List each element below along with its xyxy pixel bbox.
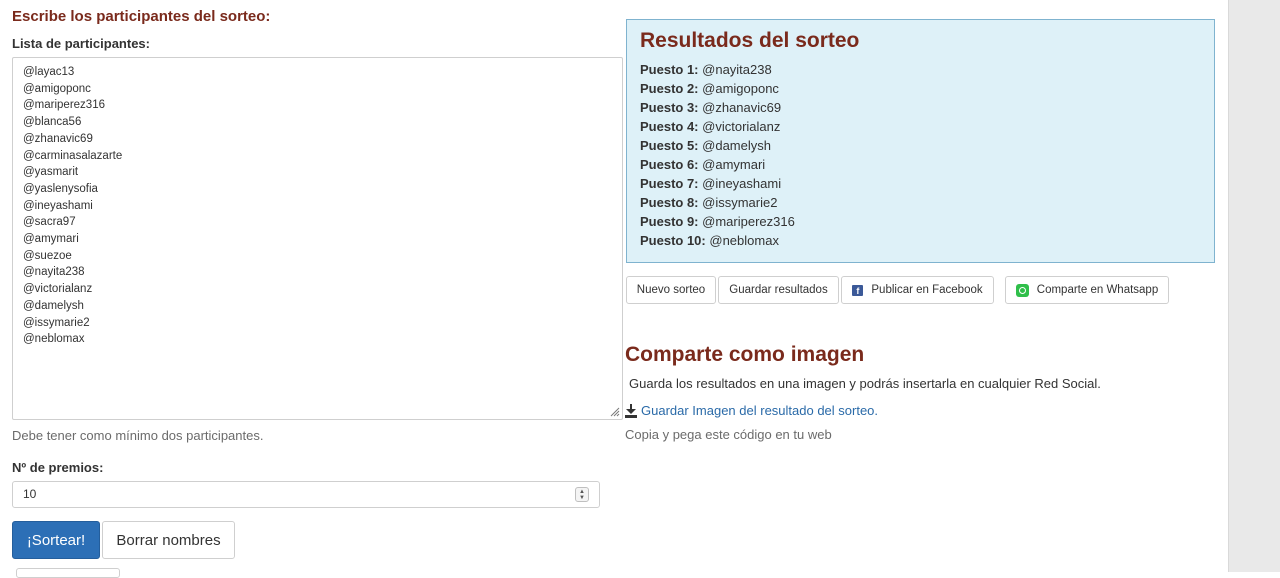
prizes-label: Nº de premios: xyxy=(12,460,104,475)
share-image-heading: Comparte como imagen xyxy=(625,343,865,366)
save-image-link[interactable]: Guardar Imagen del resultado del sorteo. xyxy=(625,403,878,418)
save-results-button[interactable]: Guardar resultados xyxy=(718,276,839,304)
result-place: Puesto 8: xyxy=(640,195,699,210)
result-item: Puesto 1: @nayita238 xyxy=(640,60,795,79)
result-item: Puesto 2: @amigoponc xyxy=(640,79,795,98)
partial-button[interactable] xyxy=(16,568,120,578)
result-item: Puesto 7: @ineyashami xyxy=(640,174,795,193)
participant-line: @layac13 xyxy=(23,66,75,78)
participant-line: @amigoponc xyxy=(23,82,91,95)
result-place: Puesto 9: xyxy=(640,214,699,229)
result-item: Puesto 5: @damelysh xyxy=(640,136,795,155)
result-place: Puesto 7: xyxy=(640,176,699,191)
results-list: Puesto 1: @nayita238 Puesto 2: @amigoponc… xyxy=(640,60,795,250)
prizes-value: 10 xyxy=(23,487,37,501)
result-name: @victorialanz xyxy=(702,119,781,134)
result-place: Puesto 2: xyxy=(640,81,699,96)
result-place: Puesto 1: xyxy=(640,62,699,77)
facebook-share-button[interactable]: f Publicar en Facebook xyxy=(841,276,994,304)
results-panel: Resultados del sorteo Puesto 1: @nayita2… xyxy=(626,19,1215,263)
facebook-share-label: Publicar en Facebook xyxy=(871,284,983,296)
page-scroll-gutter xyxy=(1228,0,1280,572)
result-place: Puesto 3: xyxy=(640,100,699,115)
participant-line: @suezoe xyxy=(23,249,72,262)
participant-line: @zhanavic69 xyxy=(23,132,93,145)
results-title: Resultados del sorteo xyxy=(640,29,860,52)
result-item: Puesto 8: @issymarie2 xyxy=(640,193,795,212)
result-name: @amymari xyxy=(702,157,766,172)
share-image-description: Guarda los resultados en una imagen y po… xyxy=(629,376,1101,391)
result-item: Puesto 10: @neblomax xyxy=(640,231,795,250)
result-name: @zhanavic69 xyxy=(702,100,782,115)
whatsapp-icon xyxy=(1015,283,1029,297)
facebook-icon: f xyxy=(852,284,864,296)
whatsapp-share-label: Comparte en Whatsapp xyxy=(1036,284,1159,296)
save-image-link-label: Guardar Imagen del resultado del sorteo. xyxy=(641,403,879,418)
participant-line: @carminasalazarte xyxy=(23,149,123,162)
result-name: @mariperez316 xyxy=(702,214,795,229)
participant-line: @issymarie2 xyxy=(23,316,90,329)
participants-list-label: Lista de participantes: xyxy=(12,36,150,51)
result-item: Puesto 4: @victorialanz xyxy=(640,117,795,136)
participant-line: @neblomax xyxy=(23,333,85,346)
participant-line: @victorialanz xyxy=(23,283,93,296)
number-spinner-icon[interactable]: ▲ ▼ xyxy=(575,487,589,502)
result-name: @neblomax xyxy=(709,233,779,248)
result-place: Puesto 5: xyxy=(640,138,699,153)
participant-line: @yasmarit xyxy=(23,166,79,179)
participants-heading: Escribe los participantes del sorteo: xyxy=(12,8,271,25)
participant-line: @sacra97 xyxy=(23,216,76,229)
participant-line: @ineyashami xyxy=(23,199,93,212)
new-draw-button[interactable]: Nuevo sorteo xyxy=(626,276,716,304)
result-place: Puesto 6: xyxy=(640,157,699,172)
whatsapp-share-button[interactable]: Comparte en Whatsapp xyxy=(1005,276,1169,304)
result-name: @amigoponc xyxy=(702,81,779,96)
participants-textarea[interactable]: @layac13 @amigoponc @mariperez316 @blanca56… xyxy=(12,57,623,420)
participant-line: @damelysh xyxy=(23,299,84,312)
embed-code-text: Copia y pega este código en tu web xyxy=(625,427,832,442)
download-icon xyxy=(625,403,637,418)
result-name: @issymarie2 xyxy=(702,195,778,210)
result-name: @damelysh xyxy=(702,138,771,153)
result-place: Puesto 10: xyxy=(640,233,706,248)
participants-lines: @layac13 @amigoponc @mariperez316 @blanca56… xyxy=(23,64,612,348)
prizes-number-input[interactable]: 10 ▲ ▼ xyxy=(12,481,600,508)
result-name: @ineyashami xyxy=(702,176,782,191)
participant-line: @blanca56 xyxy=(23,116,82,129)
result-item: Puesto 3: @zhanavic69 xyxy=(640,98,795,117)
draw-button[interactable]: ¡Sortear! xyxy=(12,521,100,559)
participant-line: @mariperez316 xyxy=(23,99,105,112)
participants-hint: Debe tener como mínimo dos participantes… xyxy=(12,428,264,443)
result-name: @nayita238 xyxy=(702,62,772,77)
result-item: Puesto 9: @mariperez316 xyxy=(640,212,795,231)
clear-names-button[interactable]: Borrar nombres xyxy=(102,521,235,559)
participant-line: @nayita238 xyxy=(23,266,85,279)
resize-handle-icon[interactable] xyxy=(610,407,620,417)
result-item: Puesto 6: @amymari xyxy=(640,155,795,174)
participant-line: @yaslenysofia xyxy=(23,182,98,195)
participant-line: @amymari xyxy=(23,233,79,246)
result-place: Puesto 4: xyxy=(640,119,699,134)
